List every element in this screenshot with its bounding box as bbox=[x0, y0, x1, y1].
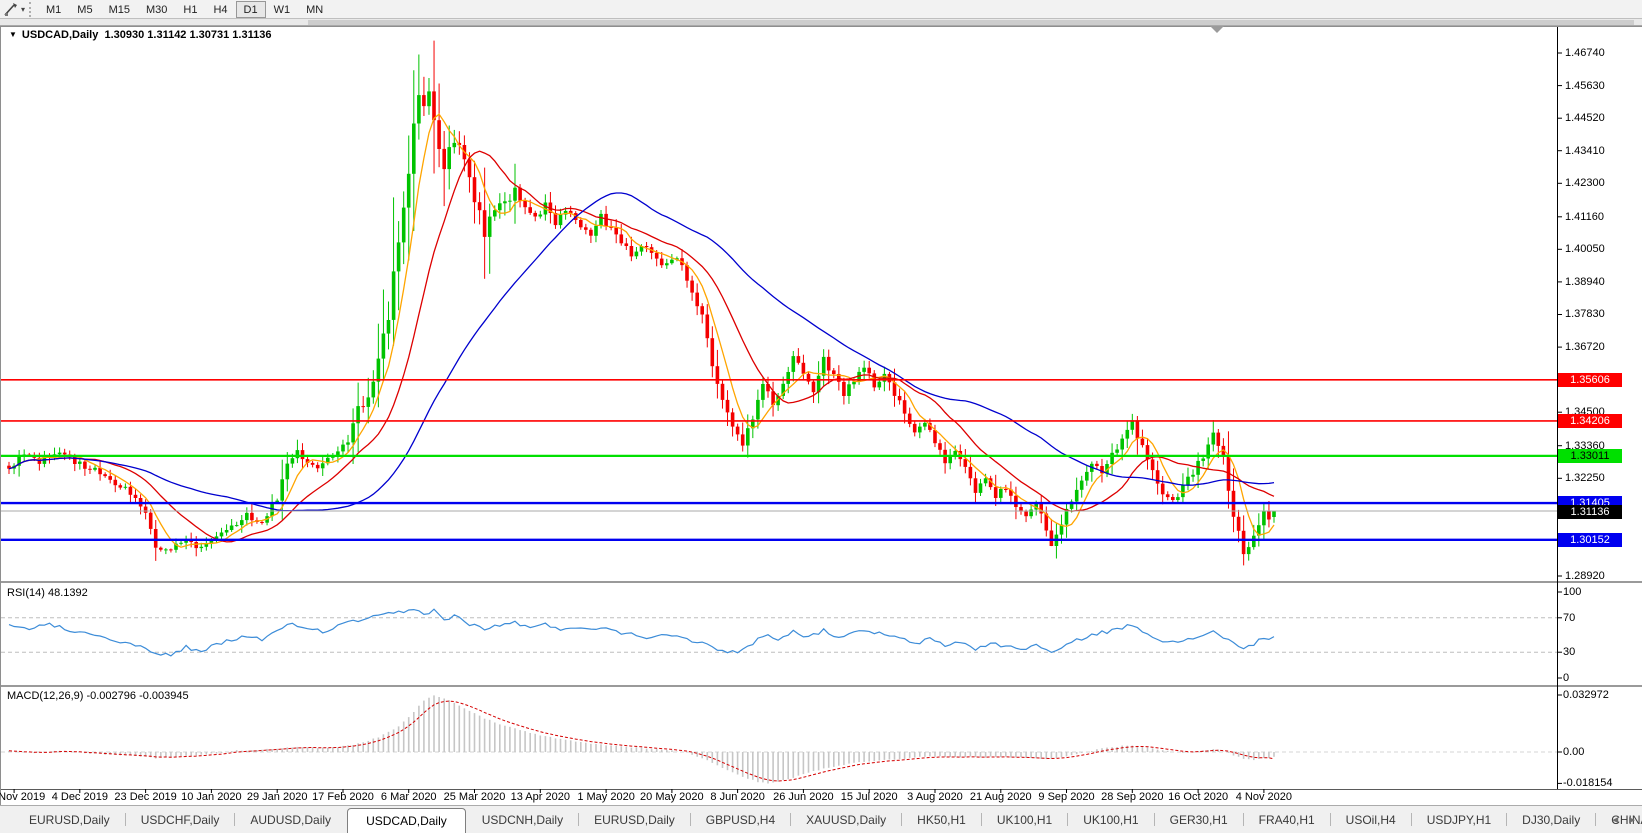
date-label: 10 Jan 2020 bbox=[181, 791, 242, 803]
tabs-scroll-right-icon[interactable]: ► bbox=[1627, 815, 1637, 826]
rsi-line bbox=[8, 608, 1275, 657]
ma-mid-line bbox=[8, 150, 1275, 543]
chart-tab-usdcnh-daily-4[interactable]: USDCNH,Daily bbox=[467, 806, 578, 833]
chart-tabs-bar: EURUSD,Daily USDCHF,Daily AUDUSD,Daily USDC… bbox=[0, 805, 1642, 833]
date-label: 9 Sep 2020 bbox=[1038, 791, 1095, 803]
date-label: 17 Feb 2020 bbox=[312, 791, 374, 803]
date-label: 1 May 2020 bbox=[577, 791, 635, 803]
ma-slow-line bbox=[8, 192, 1275, 512]
date-label: 25 Mar 2020 bbox=[443, 791, 506, 803]
chart-tab-uk100-h1-10[interactable]: UK100,H1 bbox=[1068, 806, 1153, 833]
chart-tab-gbpusd-h4-6[interactable]: GBPUSD,H4 bbox=[691, 806, 790, 833]
price-tick-label: 1.28920 bbox=[1565, 569, 1605, 582]
rsi-tick-label: 100 bbox=[1563, 586, 1582, 598]
chart-ohlc-values: 1.30930 1.31142 1.30731 1.31136 bbox=[104, 29, 272, 41]
timeframe-button-m5[interactable]: M5 bbox=[69, 1, 100, 18]
price-tick-label: 1.46740 bbox=[1565, 47, 1605, 59]
date-label: 21 Aug 2020 bbox=[969, 791, 1032, 803]
chart-tab-hk50-h1-8[interactable]: HK50,H1 bbox=[902, 806, 981, 833]
candlesticks bbox=[7, 40, 1276, 566]
mt4-window: ▾ M1 M5 M15 M30 H1 H4 D1 W1 MN ▼ USDCAD,Daily 1.3… bbox=[0, 0, 1642, 833]
hscrollbar-thumb[interactable] bbox=[308, 20, 1634, 25]
date-label: 29 Jan 2020 bbox=[246, 791, 308, 803]
chart-tab-fra40-h1-12[interactable]: FRA40,H1 bbox=[1244, 806, 1330, 833]
macd-histogram bbox=[8, 695, 1275, 784]
chart-tab-audusd-daily-2[interactable]: AUDUSD,Daily bbox=[235, 806, 346, 833]
chart-tab-usdchf-daily-1[interactable]: USDCHF,Daily bbox=[126, 806, 235, 833]
chart-shift-marker[interactable] bbox=[1210, 26, 1224, 33]
price-tick-label: 1.38940 bbox=[1565, 275, 1605, 288]
chart-window[interactable]: ▼ USDCAD,Daily 1.30930 1.31142 1.30731 1.… bbox=[0, 26, 1642, 805]
macd-indicator-label: MACD(12,26,9) -0.002796 -0.003945 bbox=[7, 690, 189, 702]
rsi-tick-label: 0 bbox=[1563, 672, 1570, 684]
date-label: 6 Mar 2020 bbox=[380, 791, 437, 803]
price-tick-label: 1.37830 bbox=[1565, 308, 1605, 321]
price-tick-label: 1.44520 bbox=[1565, 112, 1605, 125]
chart-symbol-label: USDCAD,Daily bbox=[21, 29, 99, 41]
chart-tab-ger30-h1-11[interactable]: GER30,H1 bbox=[1155, 806, 1243, 833]
macd-tick-label: 0.00 bbox=[1563, 746, 1585, 758]
chart-tab-usoil-h4-13[interactable]: USOil,H4 bbox=[1331, 806, 1411, 833]
chart-tab-xauusd-daily-7[interactable]: XAUUSD,Daily bbox=[791, 806, 901, 833]
date-label: 26 Jun 2020 bbox=[773, 791, 834, 803]
price-chart-canvas[interactable] bbox=[1, 26, 1642, 805]
timeframe-button-mn[interactable]: MN bbox=[298, 1, 331, 18]
timeframe-button-h1[interactable]: H1 bbox=[175, 1, 205, 18]
timeframe-button-m15[interactable]: M15 bbox=[101, 1, 138, 18]
chart-tab-usdjpy-h1-14[interactable]: USDJPY,H1 bbox=[1412, 806, 1506, 833]
macd-tick-label: 0.032972 bbox=[1563, 688, 1609, 701]
rsi-indicator-label: RSI(14) 48.1392 bbox=[7, 587, 88, 599]
date-label: 8 Jun 2020 bbox=[710, 791, 765, 803]
date-label: 3 Aug 2020 bbox=[907, 791, 963, 803]
chart-tools-icon[interactable] bbox=[3, 2, 20, 17]
timeframe-button-m1[interactable]: M1 bbox=[38, 1, 69, 18]
timeframe-button-h4[interactable]: H4 bbox=[205, 1, 235, 18]
price-level-label-1.33011: 1.33011 bbox=[1558, 448, 1622, 463]
collapse-triangle-icon[interactable]: ▼ bbox=[9, 30, 17, 39]
chart-title: ▼ USDCAD,Daily 1.30930 1.31142 1.30731 1.… bbox=[9, 29, 271, 41]
toolbar-grip[interactable] bbox=[29, 1, 34, 17]
price-tick-label: 1.45630 bbox=[1565, 79, 1605, 92]
date-label: 15 Nov 2019 bbox=[0, 791, 46, 803]
date-label: 13 Apr 2020 bbox=[510, 791, 570, 803]
rsi-tick-label: 70 bbox=[1563, 611, 1576, 624]
date-label: 28 Sep 2020 bbox=[1101, 791, 1164, 803]
price-tick-label: 1.36720 bbox=[1565, 341, 1605, 354]
timeframe-buttons: M1 M5 M15 M30 H1 H4 D1 W1 MN bbox=[38, 0, 331, 18]
price-tick-label: 1.32250 bbox=[1565, 472, 1605, 485]
date-label: 4 Dec 2019 bbox=[51, 791, 108, 803]
date-label: 16 Oct 2020 bbox=[1168, 791, 1229, 803]
price-level-label-1.30152: 1.30152 bbox=[1558, 532, 1622, 547]
ma-fast-line bbox=[8, 113, 1275, 548]
chart-tab-eurusd-daily-0[interactable]: EURUSD,Daily bbox=[14, 806, 125, 833]
macd-signal-line bbox=[8, 700, 1275, 782]
price-tick-label: 1.40050 bbox=[1565, 243, 1605, 256]
tabs-scroll-left-icon[interactable]: ◄ bbox=[1610, 815, 1620, 826]
price-tick-label: 1.41160 bbox=[1565, 210, 1604, 223]
price-level-label-1.34206: 1.34206 bbox=[1558, 413, 1622, 428]
price-tick-label: 1.43410 bbox=[1565, 144, 1605, 157]
chart-tab-uk100-h1-9[interactable]: UK100,H1 bbox=[982, 806, 1067, 833]
timeframe-button-m30[interactable]: M30 bbox=[138, 1, 175, 18]
chart-hscrollbar[interactable] bbox=[0, 19, 1642, 26]
date-label: 4 Nov 2020 bbox=[1235, 791, 1293, 803]
price-tick-label: 1.42300 bbox=[1565, 177, 1605, 190]
chart-tab-usdcad-daily-3[interactable]: USDCAD,Daily bbox=[347, 808, 466, 833]
chart-tab-dj30-daily-15[interactable]: DJ30,Daily bbox=[1507, 806, 1595, 833]
date-label: 15 Jul 2020 bbox=[840, 791, 898, 803]
chart-tab-eurusd-daily-5[interactable]: EURUSD,Daily bbox=[579, 806, 690, 833]
date-label: 23 Dec 2019 bbox=[114, 791, 177, 803]
timeframe-button-w1[interactable]: W1 bbox=[266, 1, 299, 18]
chart-tools-dropdown-icon[interactable]: ▾ bbox=[21, 5, 25, 14]
timeframes-toolbar: ▾ M1 M5 M15 M30 H1 H4 D1 W1 MN bbox=[0, 0, 1642, 19]
timeframe-button-d1[interactable]: D1 bbox=[235, 0, 266, 18]
current-price-label: 1.31136 bbox=[1558, 504, 1622, 519]
macd-tick-label: -0.018154 bbox=[1563, 777, 1613, 790]
rsi-tick-label: 30 bbox=[1563, 646, 1576, 659]
price-level-label-1.35606: 1.35606 bbox=[1558, 372, 1622, 387]
date-label: 20 May 2020 bbox=[640, 791, 704, 803]
